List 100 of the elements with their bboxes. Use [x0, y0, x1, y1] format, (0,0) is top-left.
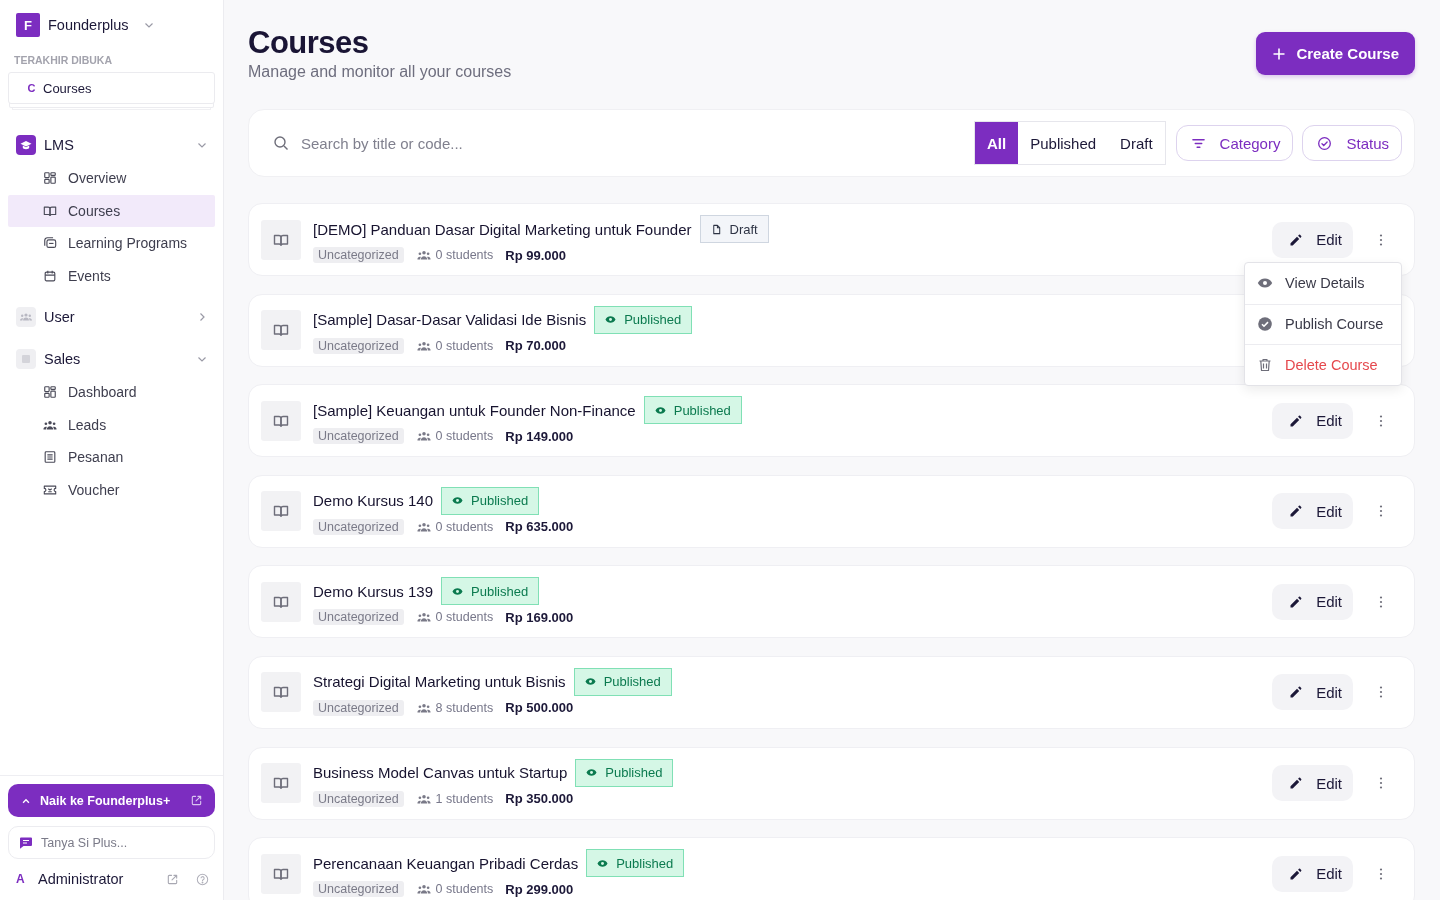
edit-button[interactable]: Edit [1272, 493, 1353, 530]
course-title: Business Model Canvas untuk Startup [313, 764, 568, 782]
edit-button[interactable]: Edit [1272, 765, 1353, 802]
course-price: Rp 70.000 [505, 338, 566, 354]
people-icon [416, 248, 431, 262]
student-count: 8 students [435, 700, 494, 715]
book-thumbnail-icon [261, 581, 301, 622]
nav-item[interactable]: Events [8, 259, 215, 292]
published-status-badge: Published [573, 667, 672, 696]
calendar-icon [43, 268, 57, 283]
edit-button[interactable]: Edit [1272, 674, 1353, 711]
menu-item[interactable]: Publish Course [1245, 303, 1401, 344]
course-price: Rp 299.000 [505, 881, 574, 897]
upgrade-button[interactable]: Naik ke Founderplus+ [8, 784, 215, 817]
more-options-icon[interactable] [1379, 594, 1383, 609]
more-options-icon[interactable] [1379, 776, 1383, 791]
status-tab[interactable]: All [975, 122, 1019, 164]
document-icon [43, 450, 57, 465]
nav-item[interactable]: Overview [8, 162, 215, 195]
more-options-icon[interactable] [1379, 504, 1383, 519]
category-tag: Uncategorized [313, 790, 404, 807]
eye-icon [452, 495, 464, 507]
nav-item[interactable]: Voucher [8, 473, 215, 506]
check-circle-icon [1257, 316, 1273, 333]
grid-icon [43, 171, 57, 186]
pencil-icon [1289, 504, 1304, 519]
chat-icon [19, 836, 33, 850]
category-tag: Uncategorized [313, 428, 404, 445]
more-options-icon[interactable] [1379, 232, 1383, 247]
page-title: Courses [248, 24, 370, 62]
workspace-switcher[interactable]: F Founderplus [16, 13, 155, 37]
edit-button[interactable]: Edit [1272, 583, 1353, 620]
nav-section-toggle[interactable]: User [0, 300, 223, 334]
category-filter-button[interactable]: Category [1175, 125, 1294, 161]
section-label: TERAKHIR DIBUKA [14, 53, 113, 67]
eye-icon [452, 585, 464, 597]
brand-logo: F [16, 13, 40, 37]
student-count: 0 students [435, 882, 494, 897]
eye-icon [584, 676, 596, 688]
student-count: 0 students [435, 519, 494, 534]
category-tag: Uncategorized [313, 518, 404, 535]
nav-section-toggle[interactable]: LMS [0, 128, 223, 162]
more-options-icon[interactable] [1379, 413, 1383, 428]
more-options-icon[interactable] [1379, 685, 1383, 700]
course-title: Strategi Digital Marketing untuk Bisnis [313, 673, 566, 691]
plus-icon [1272, 46, 1287, 61]
create-course-button[interactable]: Create Course [1256, 32, 1415, 75]
search-field[interactable]: Search by title or code... [301, 128, 962, 158]
pencil-icon [1289, 594, 1304, 609]
menu-item[interactable]: View Details [1245, 263, 1401, 304]
menu-item[interactable]: Delete Course [1245, 344, 1401, 385]
category-tag: Uncategorized [313, 609, 404, 626]
eye-icon [597, 857, 609, 869]
nav-item[interactable]: Learning Programs [8, 227, 215, 260]
published-status-badge: Published [643, 396, 742, 425]
nav-section-toggle[interactable]: Sales [0, 342, 223, 376]
course-price: Rp 350.000 [505, 791, 574, 807]
page-initial: C [26, 82, 37, 94]
nav-item[interactable]: Dashboard [8, 376, 215, 409]
category-tag: Uncategorized [313, 881, 404, 898]
edit-button[interactable]: Edit [1272, 855, 1353, 892]
course-title: Perencanaan Keuangan Pribadi Cerdas [313, 854, 579, 872]
category-tag: Uncategorized [313, 337, 404, 354]
category-tag: Uncategorized [313, 247, 404, 263]
stacked-pages-icon [43, 236, 57, 251]
grid-icon [43, 385, 57, 400]
more-options-icon[interactable] [1379, 866, 1383, 881]
book-thumbnail-icon [261, 219, 301, 260]
published-status-badge: Published [594, 305, 693, 334]
status-filter-button[interactable]: Status [1302, 125, 1402, 161]
student-count: 0 students [435, 338, 494, 353]
draft-status-badge: Draft [699, 215, 769, 243]
people-icon [16, 307, 36, 327]
student-count: 0 students [435, 429, 494, 444]
course-price: Rp 169.000 [505, 609, 574, 625]
status-tab[interactable]: Draft [1108, 122, 1165, 164]
check-circle-icon [1317, 135, 1333, 151]
published-status-badge: Published [575, 758, 674, 787]
edit-button[interactable]: Edit [1272, 221, 1353, 258]
student-count: 0 students [435, 610, 494, 625]
nav-item[interactable]: Courses [8, 194, 215, 227]
pencil-icon [1289, 232, 1304, 247]
file-icon [710, 223, 722, 235]
student-count: 1 students [435, 791, 494, 806]
account-name: Administrator [38, 871, 124, 887]
graduation-cap-icon [16, 135, 36, 155]
book-thumbnail-icon [261, 310, 301, 351]
assistant-input-field[interactable]: Tanya Si Plus... [8, 826, 215, 859]
course-title: [DEMO] Panduan Dasar Digital Marketing untuk Founder [313, 220, 692, 238]
book-thumbnail-icon [261, 400, 301, 441]
eye-icon [586, 767, 598, 779]
pencil-icon [1289, 685, 1304, 700]
course-price: Rp 635.000 [505, 519, 574, 535]
status-tab[interactable]: Published [1018, 122, 1109, 164]
nav-item[interactable]: Pesanan [8, 441, 215, 474]
nav-item[interactable]: Leads [8, 408, 215, 441]
edit-button[interactable]: Edit [1272, 402, 1353, 439]
category-tag: Uncategorized [313, 699, 404, 716]
student-count: 0 students [435, 248, 494, 262]
course-title: [Sample] Keuangan untuk Founder Non-Finance [313, 401, 636, 419]
